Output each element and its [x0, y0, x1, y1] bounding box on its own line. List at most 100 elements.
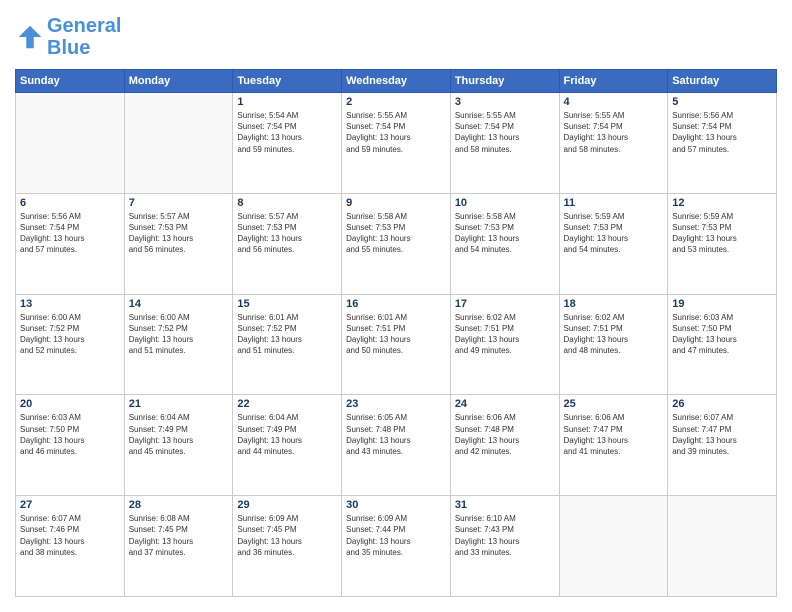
calendar-cell [668, 496, 777, 597]
calendar-cell: 20 Sunrise: 6:03 AM Sunset: 7:50 PM Dayli… [16, 395, 125, 496]
day-number: 3 [455, 96, 555, 108]
day-number: 29 [237, 499, 337, 511]
calendar-cell: 12 Sunrise: 5:59 AM Sunset: 7:53 PM Dayli… [668, 193, 777, 294]
day-number: 4 [564, 96, 664, 108]
logo-icon [15, 22, 45, 52]
calendar-cell [559, 496, 668, 597]
calendar-cell: 7 Sunrise: 5:57 AM Sunset: 7:53 PM Daylig… [124, 193, 233, 294]
calendar-cell: 5 Sunrise: 5:56 AM Sunset: 7:54 PM Daylig… [668, 93, 777, 194]
day-detail: Sunrise: 6:09 AM Sunset: 7:44 PM Dayligh… [346, 513, 446, 558]
weekday-header-friday: Friday [559, 70, 668, 93]
calendar-cell: 30 Sunrise: 6:09 AM Sunset: 7:44 PM Dayli… [342, 496, 451, 597]
calendar-cell: 29 Sunrise: 6:09 AM Sunset: 7:45 PM Dayli… [233, 496, 342, 597]
day-number: 24 [455, 398, 555, 410]
calendar-cell: 18Sunrise: 6:02 AM Sunset: 7:51 PM Dayli… [559, 294, 668, 395]
week-row-5: 27Sunrise: 6:07 AM Sunset: 7:46 PM Dayli… [16, 496, 777, 597]
logo: General Blue [15, 15, 121, 59]
weekday-header-sunday: Sunday [16, 70, 125, 93]
calendar-cell: 23 Sunrise: 6:05 AM Sunset: 7:48 PM Dayli… [342, 395, 451, 496]
day-number: 30 [346, 499, 446, 511]
day-detail: Sunrise: 5:58 AM Sunset: 7:53 PM Dayligh… [346, 211, 446, 256]
calendar-cell [124, 93, 233, 194]
calendar-cell: 22 Sunrise: 6:04 AM Sunset: 7:49 PM Dayli… [233, 395, 342, 496]
day-number: 28 [129, 499, 229, 511]
calendar-cell: 16 Sunrise: 6:01 AM Sunset: 7:51 PM Dayli… [342, 294, 451, 395]
day-number: 2 [346, 96, 446, 108]
day-detail: Sunrise: 5:56 AM Sunset: 7:54 PM Dayligh… [672, 110, 772, 155]
week-row-3: 13 Sunrise: 6:00 AM Sunset: 7:52 PM Dayli… [16, 294, 777, 395]
day-number: 12 [672, 197, 772, 209]
week-row-1: 1 Sunrise: 5:54 AM Sunset: 7:54 PM Daylig… [16, 93, 777, 194]
day-number: 17 [455, 298, 555, 310]
day-detail: Sunrise: 6:01 AM Sunset: 7:52 PM Dayligh… [237, 312, 337, 357]
header: General Blue [15, 15, 777, 59]
day-number: 13 [20, 298, 120, 310]
day-number: 27 [20, 499, 120, 511]
calendar-cell: 26 Sunrise: 6:07 AM Sunset: 7:47 PM Dayli… [668, 395, 777, 496]
calendar-cell: 3 Sunrise: 5:55 AM Sunset: 7:54 PM Daylig… [450, 93, 559, 194]
day-detail: Sunrise: 6:05 AM Sunset: 7:48 PM Dayligh… [346, 412, 446, 457]
day-detail: Sunrise: 5:55 AM Sunset: 7:54 PM Dayligh… [346, 110, 446, 155]
day-detail: Sunrise: 6:09 AM Sunset: 7:45 PM Dayligh… [237, 513, 337, 558]
week-row-4: 20 Sunrise: 6:03 AM Sunset: 7:50 PM Dayli… [16, 395, 777, 496]
day-number: 16 [346, 298, 446, 310]
day-number: 8 [237, 197, 337, 209]
day-detail: Sunrise: 5:59 AM Sunset: 7:53 PM Dayligh… [564, 211, 664, 256]
day-detail: Sunrise: 6:08 AM Sunset: 7:45 PM Dayligh… [129, 513, 229, 558]
week-row-2: 6Sunrise: 5:56 AM Sunset: 7:54 PM Daylig… [16, 193, 777, 294]
calendar-cell: 10 Sunrise: 5:58 AM Sunset: 7:53 PM Dayli… [450, 193, 559, 294]
day-number: 25 [564, 398, 664, 410]
calendar-cell: 19Sunrise: 6:03 AM Sunset: 7:50 PM Dayli… [668, 294, 777, 395]
day-detail: Sunrise: 6:03 AM Sunset: 7:50 PM Dayligh… [672, 312, 772, 357]
calendar-cell: 1 Sunrise: 5:54 AM Sunset: 7:54 PM Daylig… [233, 93, 342, 194]
day-number: 10 [455, 197, 555, 209]
day-detail: Sunrise: 5:57 AM Sunset: 7:53 PM Dayligh… [129, 211, 229, 256]
day-detail: Sunrise: 6:04 AM Sunset: 7:49 PM Dayligh… [129, 412, 229, 457]
day-number: 23 [346, 398, 446, 410]
day-detail: Sunrise: 6:03 AM Sunset: 7:50 PM Dayligh… [20, 412, 120, 457]
weekday-header-thursday: Thursday [450, 70, 559, 93]
calendar-cell: 8Sunrise: 5:57 AM Sunset: 7:53 PM Daylig… [233, 193, 342, 294]
day-detail: Sunrise: 6:01 AM Sunset: 7:51 PM Dayligh… [346, 312, 446, 357]
day-detail: Sunrise: 6:06 AM Sunset: 7:47 PM Dayligh… [564, 412, 664, 457]
calendar-cell [16, 93, 125, 194]
day-number: 1 [237, 96, 337, 108]
calendar-cell: 4Sunrise: 5:55 AM Sunset: 7:54 PM Daylig… [559, 93, 668, 194]
page: General Blue SundayMondayTuesdayWednesda… [0, 0, 792, 612]
day-detail: Sunrise: 6:00 AM Sunset: 7:52 PM Dayligh… [129, 312, 229, 357]
calendar-cell: 17 Sunrise: 6:02 AM Sunset: 7:51 PM Dayli… [450, 294, 559, 395]
day-number: 6 [20, 197, 120, 209]
day-detail: Sunrise: 5:55 AM Sunset: 7:54 PM Dayligh… [455, 110, 555, 155]
calendar-cell: 24Sunrise: 6:06 AM Sunset: 7:48 PM Dayli… [450, 395, 559, 496]
day-detail: Sunrise: 5:59 AM Sunset: 7:53 PM Dayligh… [672, 211, 772, 256]
weekday-header-row: SundayMondayTuesdayWednesdayThursdayFrid… [16, 70, 777, 93]
weekday-header-wednesday: Wednesday [342, 70, 451, 93]
weekday-header-saturday: Saturday [668, 70, 777, 93]
day-number: 7 [129, 197, 229, 209]
calendar-cell: 27Sunrise: 6:07 AM Sunset: 7:46 PM Dayli… [16, 496, 125, 597]
day-detail: Sunrise: 6:04 AM Sunset: 7:49 PM Dayligh… [237, 412, 337, 457]
day-number: 31 [455, 499, 555, 511]
day-number: 26 [672, 398, 772, 410]
calendar-cell: 11Sunrise: 5:59 AM Sunset: 7:53 PM Dayli… [559, 193, 668, 294]
calendar-cell: 9 Sunrise: 5:58 AM Sunset: 7:53 PM Daylig… [342, 193, 451, 294]
day-number: 9 [346, 197, 446, 209]
calendar-cell: 31 Sunrise: 6:10 AM Sunset: 7:43 PM Dayli… [450, 496, 559, 597]
day-detail: Sunrise: 6:07 AM Sunset: 7:47 PM Dayligh… [672, 412, 772, 457]
day-number: 5 [672, 96, 772, 108]
day-number: 14 [129, 298, 229, 310]
calendar-cell: 13 Sunrise: 6:00 AM Sunset: 7:52 PM Dayli… [16, 294, 125, 395]
day-detail: Sunrise: 5:54 AM Sunset: 7:54 PM Dayligh… [237, 110, 337, 155]
day-detail: Sunrise: 6:00 AM Sunset: 7:52 PM Dayligh… [20, 312, 120, 357]
day-detail: Sunrise: 5:58 AM Sunset: 7:53 PM Dayligh… [455, 211, 555, 256]
day-detail: Sunrise: 6:10 AM Sunset: 7:43 PM Dayligh… [455, 513, 555, 558]
day-detail: Sunrise: 6:02 AM Sunset: 7:51 PM Dayligh… [455, 312, 555, 357]
calendar-cell: 14 Sunrise: 6:00 AM Sunset: 7:52 PM Dayli… [124, 294, 233, 395]
calendar-cell: 6Sunrise: 5:56 AM Sunset: 7:54 PM Daylig… [16, 193, 125, 294]
day-number: 22 [237, 398, 337, 410]
calendar-cell: 15Sunrise: 6:01 AM Sunset: 7:52 PM Dayli… [233, 294, 342, 395]
weekday-header-tuesday: Tuesday [233, 70, 342, 93]
calendar-cell: 28 Sunrise: 6:08 AM Sunset: 7:45 PM Dayli… [124, 496, 233, 597]
day-detail: Sunrise: 6:02 AM Sunset: 7:51 PM Dayligh… [564, 312, 664, 357]
day-number: 20 [20, 398, 120, 410]
